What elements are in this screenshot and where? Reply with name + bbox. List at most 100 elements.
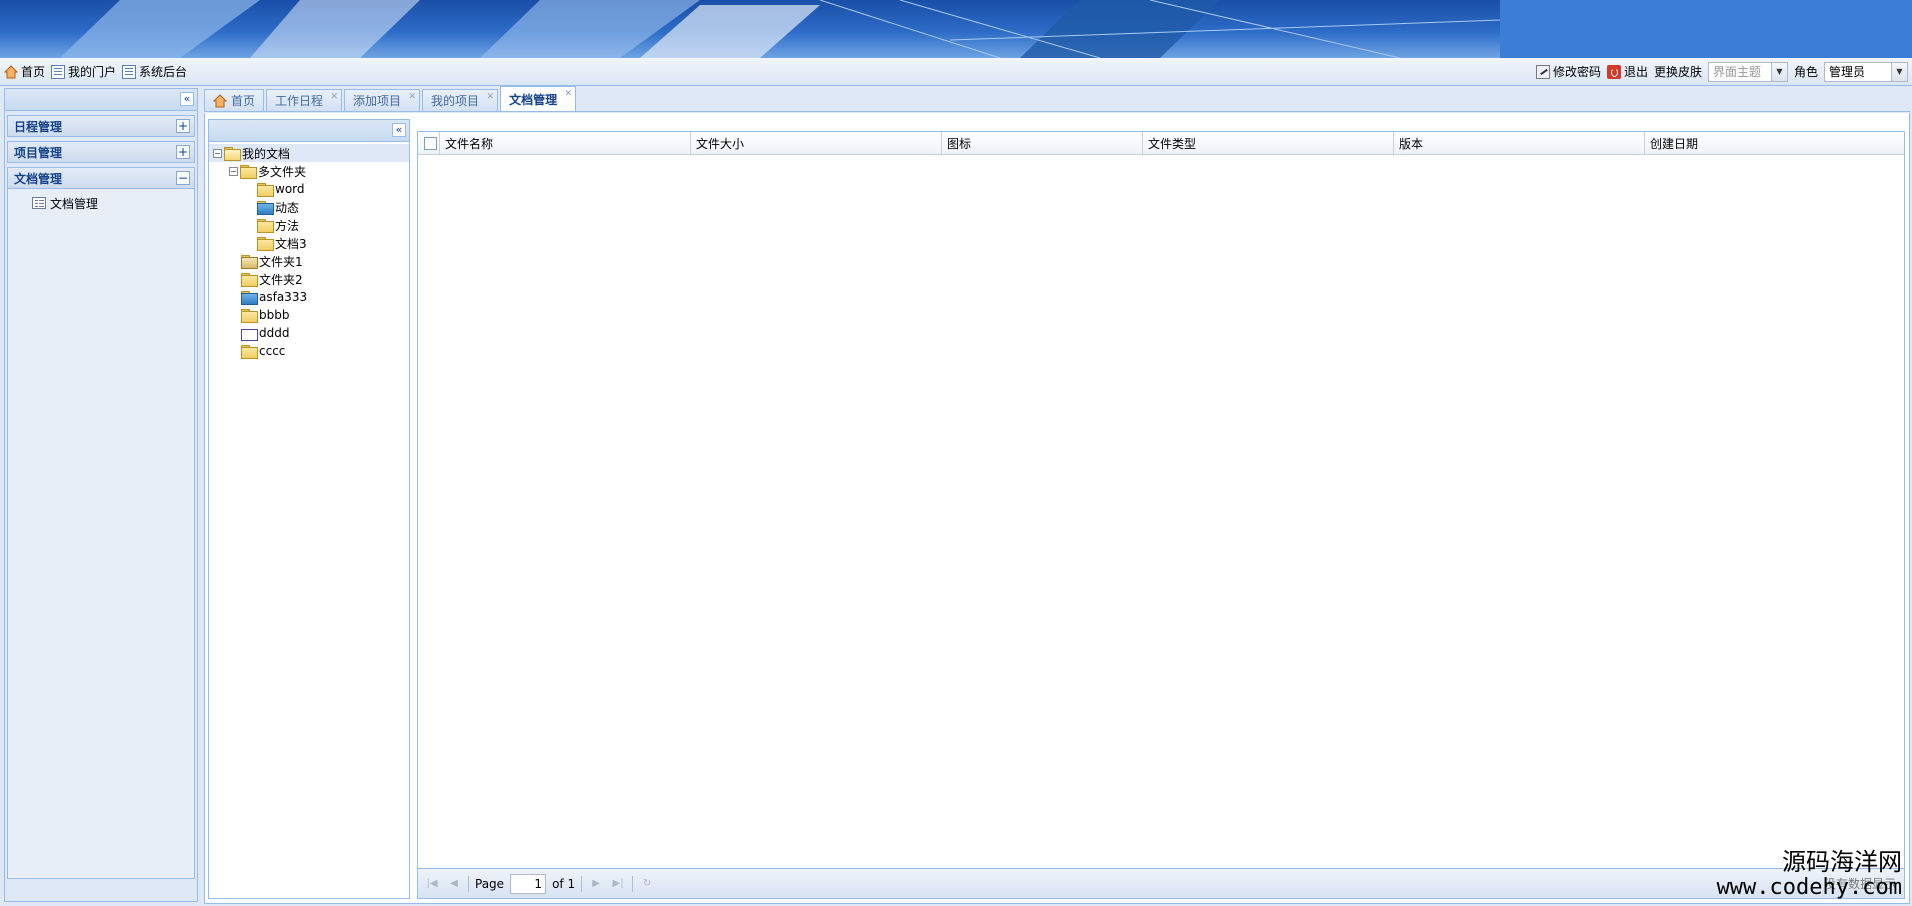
folder-tree-panel: « − 我的文档 − 多文件夹 word 动态 方法 文档3 文件夹1 文件夹2…	[208, 119, 410, 899]
tab-label: 我的项目	[431, 94, 480, 108]
admin-link[interactable]: 系统后台	[122, 63, 187, 80]
file-grid: 文件名称 文件大小 图标 文件类型 版本 创建日期 |◀ ◀ Page 1 of…	[417, 131, 1905, 899]
tree-node[interactable]: cccc	[209, 342, 409, 360]
watermark: 源码海洋网 www.codehy.com	[1717, 848, 1902, 900]
skin-select[interactable]: 界面主题 ▼	[1707, 61, 1788, 82]
shared-folder-icon	[240, 165, 257, 179]
accordion-documents[interactable]: 文档管理 −	[7, 167, 195, 189]
prev-page-icon[interactable]: ◀	[446, 876, 462, 892]
tree-node[interactable]: 文件夹2	[209, 270, 409, 288]
accordion-schedule[interactable]: 日程管理 +	[7, 115, 195, 137]
watermark-url: www.codehy.com	[1716, 875, 1902, 900]
document-list-icon	[32, 197, 46, 209]
tree-node-label: 多文件夹	[258, 164, 307, 179]
change-password-button[interactable]: 修改密码	[1535, 63, 1601, 80]
home-link[interactable]: 首页	[4, 63, 45, 80]
tree-node[interactable]: 动态	[209, 198, 409, 216]
last-page-icon[interactable]: ▶|	[610, 876, 626, 892]
tree-node[interactable]: − 多文件夹	[209, 162, 409, 180]
column-header-created[interactable]: 创建日期	[1645, 132, 1904, 154]
tree-node[interactable]: 文件夹1	[209, 252, 409, 270]
logout-button[interactable]: 退出	[1606, 63, 1648, 80]
column-header-size[interactable]: 文件大小	[691, 132, 942, 154]
tab-add-project[interactable]: 添加项目 ✕	[344, 89, 421, 111]
tree-node-label: 动态	[275, 200, 300, 215]
role-select[interactable]: 管理员 ▼	[1824, 61, 1908, 82]
presentation-folder-icon	[257, 201, 274, 215]
tab-work-schedule[interactable]: 工作日程 ✕	[266, 89, 343, 111]
collapse-left-icon[interactable]: «	[392, 123, 406, 137]
edit-password-icon	[1535, 64, 1550, 79]
refresh-icon[interactable]: ↻	[639, 876, 655, 892]
grid-header: 文件名称 文件大小 图标 文件类型 版本 创建日期	[418, 132, 1904, 155]
skin-select-value: 界面主题	[1712, 64, 1761, 79]
select-all-checkbox-cell	[418, 132, 440, 154]
tab-strip: 首页 工作日程 ✕ 添加项目 ✕ 我的项目 ✕ 文档管理 ✕	[204, 86, 1910, 112]
west-panel-header: «	[5, 89, 197, 111]
select-all-checkbox[interactable]	[424, 136, 437, 150]
tree-node-root[interactable]: − 我的文档	[209, 144, 409, 162]
tab-my-projects[interactable]: 我的项目 ✕	[422, 89, 499, 111]
power-icon	[1606, 64, 1621, 79]
tree-node[interactable]: dddd	[209, 324, 409, 342]
tree-node-label: bbbb	[259, 308, 290, 322]
page-number-input[interactable]: 1	[510, 873, 547, 894]
collapse-icon[interactable]: −	[176, 171, 190, 185]
tree-node-label: asfa333	[259, 290, 308, 304]
role-select-value: 管理员	[1829, 64, 1866, 79]
accordion-title: 项目管理	[14, 145, 63, 160]
portal-icon	[51, 64, 66, 79]
logout-label: 退出	[1623, 65, 1648, 79]
page-count-label: of 1	[552, 876, 576, 891]
chevron-down-icon[interactable]: ▼	[1891, 62, 1907, 81]
admin-label: 系统后台	[139, 65, 188, 79]
tab-document-management[interactable]: 文档管理 ✕	[500, 86, 577, 111]
chevron-down-icon[interactable]: ▼	[1770, 62, 1787, 81]
accordion-title: 文档管理	[14, 171, 63, 186]
expand-icon[interactable]: +	[176, 119, 190, 133]
collapse-left-icon[interactable]: «	[180, 92, 194, 106]
tab-label: 添加项目	[353, 94, 402, 108]
accordion-title: 日程管理	[14, 119, 63, 134]
collapse-toggle-icon[interactable]: −	[229, 166, 238, 176]
tab-content: « − 我的文档 − 多文件夹 word 动态 方法 文档3 文件夹1 文件夹2…	[204, 113, 1910, 904]
tree-node[interactable]: asfa333	[209, 288, 409, 306]
separator	[468, 875, 469, 892]
banner-right-block	[1500, 0, 1912, 58]
expand-icon[interactable]: +	[176, 145, 190, 159]
tree-node-label: 我的文档	[242, 146, 291, 161]
first-page-icon[interactable]: |◀	[424, 876, 440, 892]
portal-link[interactable]: 我的门户	[51, 63, 116, 80]
paging-toolbar: |◀ ◀ Page 1 of 1 ▶ ▶| ↻ 没有数据显示	[418, 868, 1904, 898]
column-header-version[interactable]: 版本	[1394, 132, 1645, 154]
change-password-label: 修改密码	[1552, 65, 1601, 79]
column-header-icon[interactable]: 图标	[942, 132, 1143, 154]
tab-home[interactable]: 首页	[204, 89, 265, 111]
image-folder-icon	[241, 255, 258, 269]
collapse-toggle-icon[interactable]: −	[213, 148, 222, 158]
folder-tree: − 我的文档 − 多文件夹 word 动态 方法 文档3 文件夹1 文件夹2 a…	[209, 142, 409, 360]
column-header-name[interactable]: 文件名称	[440, 132, 691, 154]
nav-item-label: 文档管理	[50, 196, 99, 211]
folder-icon	[241, 345, 258, 359]
document-icon	[241, 327, 258, 341]
tree-node[interactable]: bbbb	[209, 306, 409, 324]
folder-icon	[257, 237, 274, 251]
tree-node[interactable]: 方法	[209, 216, 409, 234]
nav-item-document-management[interactable]: 文档管理	[8, 193, 194, 213]
banner-graphic	[60, 0, 1500, 58]
skin-label: 更换皮肤	[1653, 65, 1702, 79]
close-icon[interactable]: ✕	[565, 89, 573, 99]
home-icon	[4, 64, 18, 78]
column-header-type[interactable]: 文件类型	[1143, 132, 1394, 154]
close-icon[interactable]: ✕	[409, 92, 417, 102]
accordion-project[interactable]: 项目管理 +	[7, 141, 195, 163]
tree-node[interactable]: word	[209, 180, 409, 198]
tree-node[interactable]: 文档3	[209, 234, 409, 252]
close-icon[interactable]: ✕	[487, 92, 495, 102]
next-page-icon[interactable]: ▶	[588, 876, 604, 892]
presentation-folder-icon	[241, 291, 258, 305]
tree-node-label: 文件夹2	[259, 272, 303, 287]
accordion-documents-body: 文档管理	[7, 189, 195, 879]
close-icon[interactable]: ✕	[330, 92, 338, 102]
